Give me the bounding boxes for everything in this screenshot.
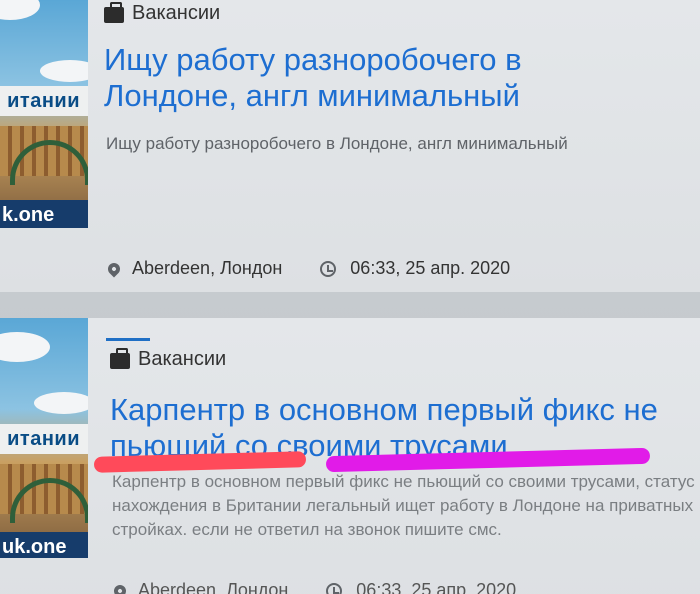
category-label: Вакансии [104, 1, 221, 25]
briefcase-icon [104, 1, 124, 23]
listing-thumbnail[interactable]: итании uk.one [0, 318, 88, 558]
cloud-graphic [40, 60, 88, 82]
category-text: Вакансии [132, 2, 221, 24]
listing-card[interactable]: итании uk.one Вакансии Карпентр в основн… [0, 318, 700, 594]
clock-icon [326, 582, 343, 594]
cloud-graphic [0, 0, 40, 20]
listing-thumbnail[interactable]: итании k.one [0, 0, 88, 228]
accent-bar [106, 338, 150, 341]
bridge-graphic [0, 126, 88, 185]
listing-title-link[interactable]: Ищу работу разноробочего в Лондоне, англ… [104, 42, 624, 114]
datetime-text: 06:33, 25 апр. 2020 [350, 258, 511, 278]
listing-description: Карпентр в основном первый фикс не пьющи… [112, 472, 695, 539]
category-label: Вакансии [110, 347, 227, 371]
location-text: Aberdeen, Лондон [132, 258, 283, 278]
thumbnail-site-text: k.one [0, 200, 88, 228]
location-pin-icon [111, 582, 129, 594]
briefcase-icon [110, 347, 130, 369]
listing-card[interactable]: итании k.one Вакансии Ищу работу разноро… [0, 0, 700, 292]
listing-meta: Aberdeen, Лондон 06:33, 25 апр. 2020 [111, 580, 517, 594]
datetime-text: 06:33, 25 апр. 2020 [356, 580, 517, 594]
thumbnail-site-text: uk.one [0, 532, 88, 558]
location-text: Aberdeen, Лондон [138, 580, 289, 594]
listing-meta: Aberdeen, Лондон 06:33, 25 апр. 2020 [105, 258, 511, 279]
clock-icon [320, 260, 337, 277]
category-text: Вакансии [138, 348, 227, 370]
thumbnail-banner-text: итании [0, 86, 88, 116]
cloud-graphic [0, 332, 50, 362]
thumbnail-banner-text: итании [0, 424, 88, 454]
bridge-graphic [0, 464, 88, 523]
location-pin-icon [105, 260, 123, 277]
cloud-graphic [34, 392, 88, 414]
listing-description: Ищу работу разноробочего в Лондоне, англ… [106, 134, 568, 153]
